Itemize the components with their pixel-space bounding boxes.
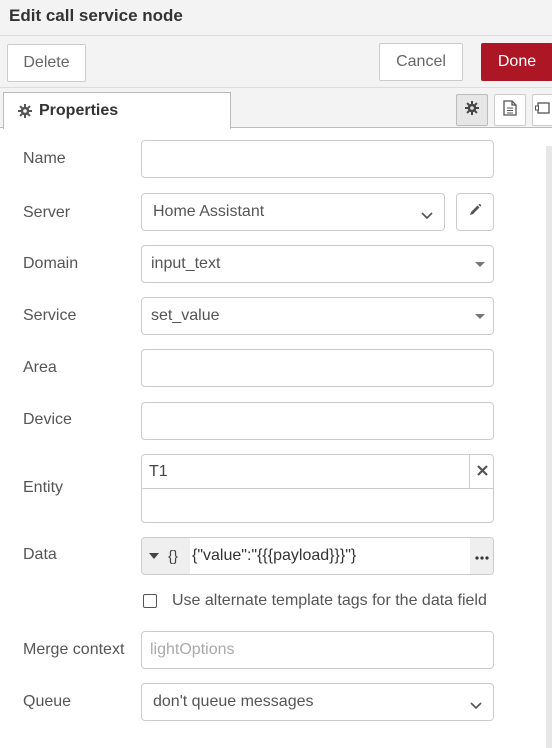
description-tab-button[interactable] <box>494 94 526 126</box>
entity-token[interactable]: T1 <box>142 455 470 489</box>
data-label: Data <box>23 546 57 563</box>
device-label: Device <box>23 411 72 428</box>
server-label: Server <box>23 204 71 221</box>
pencil-icon <box>468 203 482 222</box>
tab-properties[interactable]: Properties <box>3 92 231 129</box>
service-input[interactable]: set_value <box>141 297 494 335</box>
dialog-title: Edit call service node <box>9 6 183 25</box>
caret-down-icon <box>149 553 159 559</box>
alt-tags-checkbox[interactable] <box>143 594 157 608</box>
service-value: set_value <box>151 307 220 324</box>
entity-search-input[interactable] <box>142 489 494 523</box>
domain-input[interactable]: input_text <box>141 245 494 283</box>
queue-select[interactable]: don't queue messages <box>141 683 494 721</box>
queue-value: don't queue messages <box>153 693 314 710</box>
gear-icon <box>18 104 32 118</box>
tab-bar: Properties <box>0 88 552 129</box>
data-value[interactable]: {"value":"{{{payload}}}"} <box>192 538 356 574</box>
queue-label: Queue <box>23 693 72 710</box>
dialog-header: Edit call service node <box>0 0 552 36</box>
entity-selector[interactable]: T1 <box>141 454 494 523</box>
data-typed-input[interactable]: {} {"value":"{{{payload}}}"} <box>141 537 494 575</box>
data-type-selector[interactable]: {} <box>142 538 190 574</box>
appearance-tab-button[interactable] <box>532 94 552 126</box>
remove-entity-button[interactable] <box>470 455 494 489</box>
tab-properties-label: Properties <box>39 102 119 119</box>
caret-down-icon <box>475 262 485 267</box>
domain-label: Domain <box>23 255 79 272</box>
file-text-icon <box>503 99 517 121</box>
merge-context-input[interactable]: lightOptions <box>141 631 494 669</box>
alt-tags-label: Use alternate template tags for the data… <box>172 592 487 609</box>
area-input[interactable] <box>141 349 494 387</box>
layout-icon <box>534 101 551 120</box>
close-icon <box>476 463 488 481</box>
service-label: Service <box>23 307 77 324</box>
merge-context-label: Merge context <box>23 641 125 658</box>
chevron-down-icon <box>421 207 433 225</box>
cancel-button[interactable]: Cancel <box>379 43 463 81</box>
server-select[interactable]: Home Assistant <box>141 193 445 231</box>
done-button[interactable]: Done <box>481 43 552 81</box>
device-input[interactable] <box>141 402 494 440</box>
name-label: Name <box>23 150 66 167</box>
server-value: Home Assistant <box>153 203 265 220</box>
chevron-down-icon <box>470 697 482 715</box>
delete-button[interactable]: Delete <box>7 44 86 82</box>
name-input[interactable] <box>141 140 494 178</box>
gear-icon <box>465 100 479 120</box>
more-icon <box>474 547 489 565</box>
entity-label: Entity <box>23 479 64 496</box>
dialog-toolbar: Delete Cancel Done <box>0 36 552 88</box>
settings-tab-button[interactable] <box>456 94 488 126</box>
json-type-icon: {} <box>168 547 179 565</box>
scrollbar[interactable] <box>546 146 552 748</box>
caret-down-icon <box>475 314 485 319</box>
expand-editor-button[interactable] <box>470 538 493 574</box>
edit-server-button[interactable] <box>456 193 494 231</box>
domain-value: input_text <box>151 255 221 272</box>
area-label: Area <box>23 359 57 376</box>
